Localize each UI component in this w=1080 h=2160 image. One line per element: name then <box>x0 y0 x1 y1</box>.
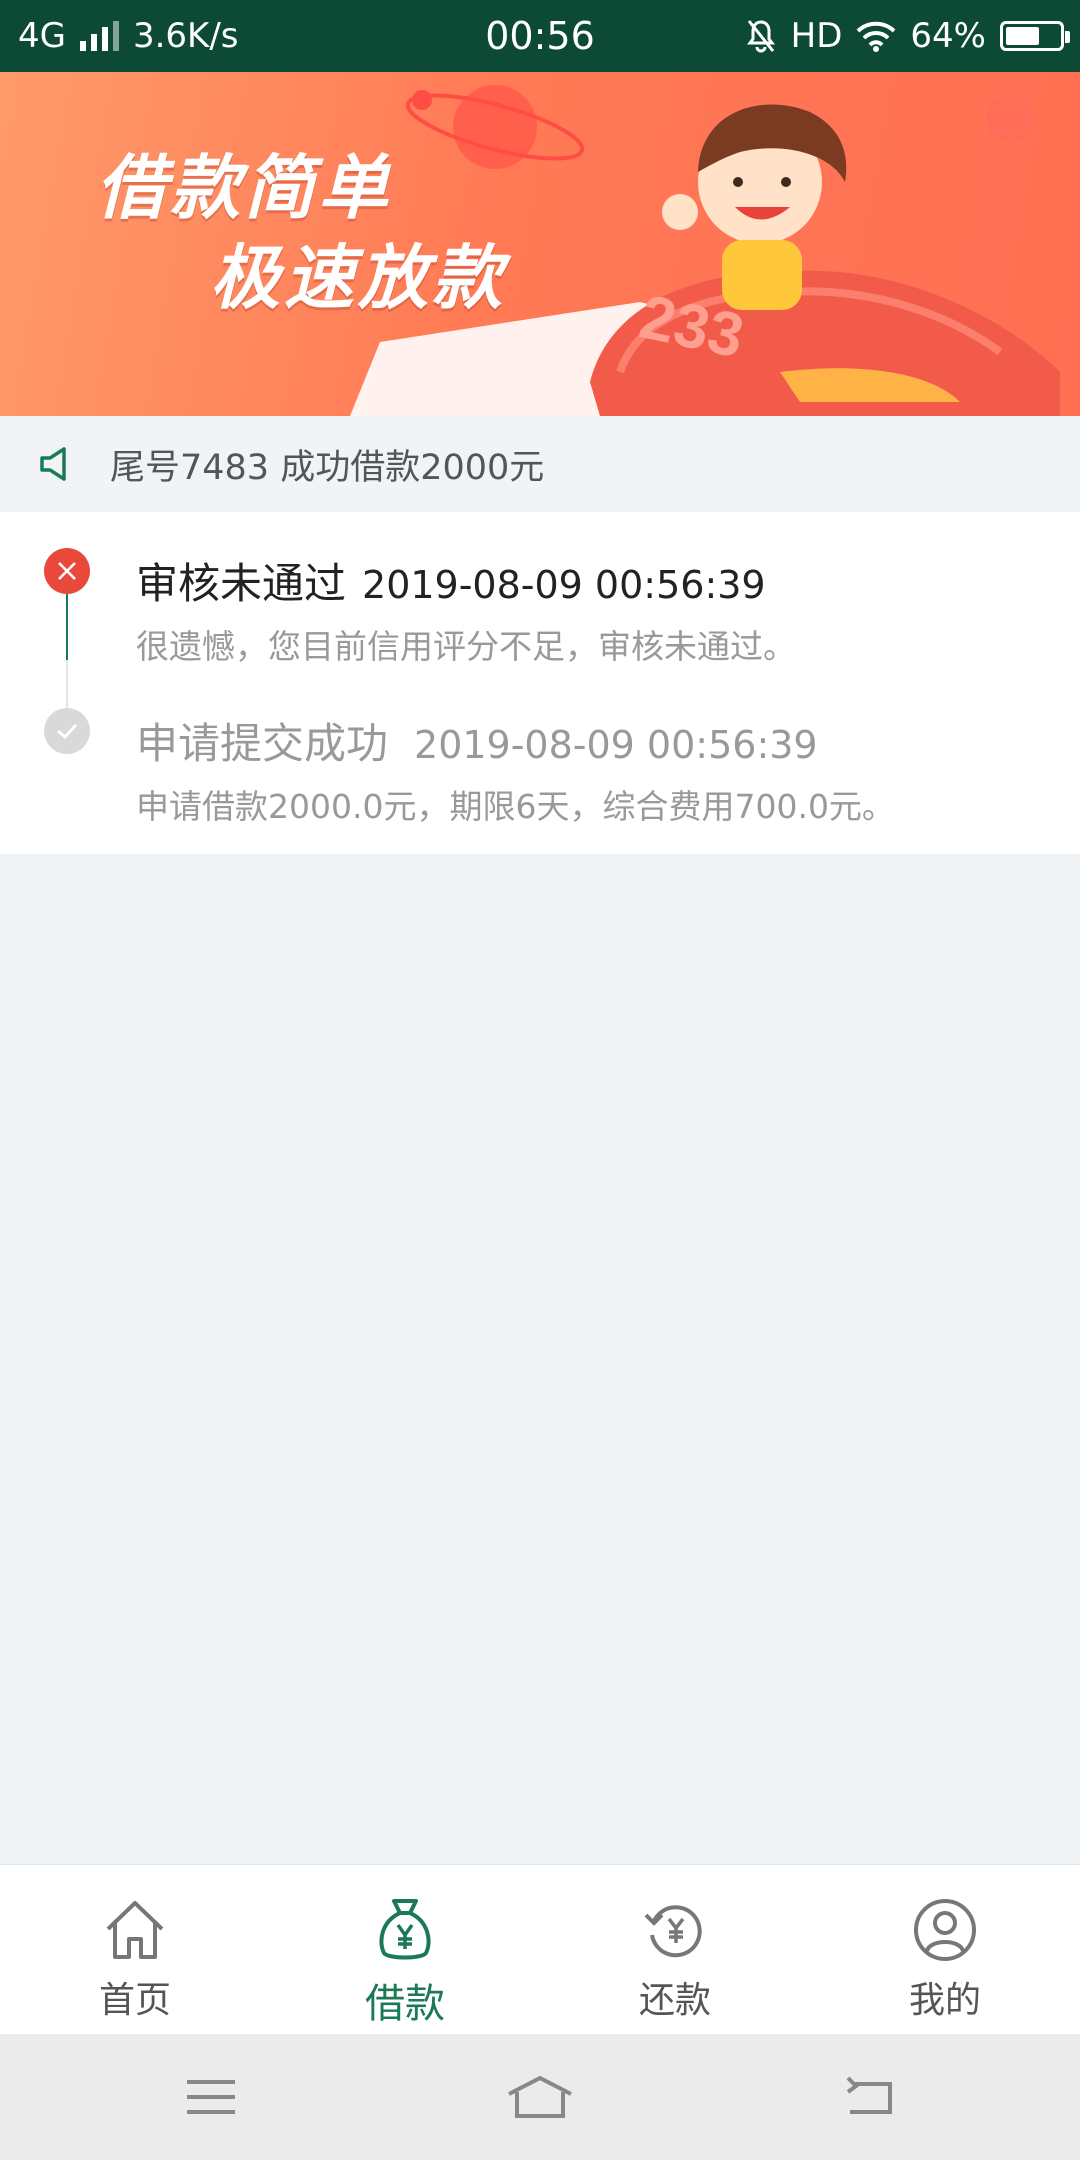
notice-bar: 尾号7483 成功借款2000元 <box>0 416 1080 512</box>
profile-icon <box>914 1899 976 1961</box>
status-time: 2019-08-09 00:56:39 <box>414 723 818 767</box>
hd-indicator: HD <box>790 16 843 56</box>
timeline-connector <box>66 660 68 708</box>
banner-headline-2: 极速放款 <box>210 237 506 319</box>
battery-percent: 64% <box>910 16 986 56</box>
application-timeline: 审核未通过 2019-08-09 00:56:39 很遗憾，您目前信用评分不足，审… <box>0 512 1080 854</box>
repay-icon <box>644 1905 702 1958</box>
tab-label: 还款 <box>638 1980 711 2021</box>
notice-text: 尾号7483 成功借款2000元 <box>110 447 545 488</box>
status-description: 很遗憾，您目前信用评分不足，审核未通过。 <box>136 627 796 666</box>
status-bar: 4G 3.6K/s 00:56 HD 64% <box>0 0 1080 72</box>
menu-icon[interactable] <box>181 2072 241 2122</box>
tab-label: 借款 <box>365 1981 445 2027</box>
status-label: 申请提交成功 <box>136 719 389 768</box>
close-icon <box>44 548 90 594</box>
tab-home[interactable]: 首页 <box>0 1865 270 2035</box>
speaker-icon <box>40 447 66 481</box>
check-icon <box>44 708 90 754</box>
tab-label: 我的 <box>908 1980 981 2021</box>
tab-repay[interactable]: 还款 <box>540 1865 810 2035</box>
home-icon <box>106 1901 164 1959</box>
status-label: 审核未通过 <box>136 559 347 608</box>
tab-label: 首页 <box>98 1980 171 2021</box>
tab-borrow[interactable]: 借款 <box>270 1865 540 2035</box>
promo-banner[interactable]: 233 借款简单 极速放款 <box>0 72 1080 416</box>
mute-bell-icon <box>746 20 775 53</box>
money-bag-icon <box>379 1899 431 1960</box>
banner-headline-1: 借款简单 <box>96 147 392 229</box>
status-description: 申请借款2000.0元，期限6天，综合费用700.0元。 <box>136 787 895 826</box>
timeline-connector <box>66 594 68 660</box>
bottom-tab-bar: 首页 借款 还款 我的 <box>0 1864 1080 2035</box>
status-time: 2019-08-09 00:56:39 <box>362 563 766 607</box>
banner-illustration: 233 <box>350 85 1060 416</box>
battery-icon <box>1000 21 1070 51</box>
tab-profile[interactable]: 我的 <box>810 1865 1080 2035</box>
timeline-item-title: 审核未通过 2019-08-09 00:56:39 <box>136 550 766 611</box>
timeline-item-title: 申请提交成功 2019-08-09 00:56:39 <box>136 710 818 771</box>
system-nav-bar <box>0 2034 1080 2160</box>
home-nav-icon[interactable] <box>505 2072 575 2122</box>
back-icon[interactable] <box>840 2072 900 2122</box>
wifi-icon <box>857 21 896 52</box>
